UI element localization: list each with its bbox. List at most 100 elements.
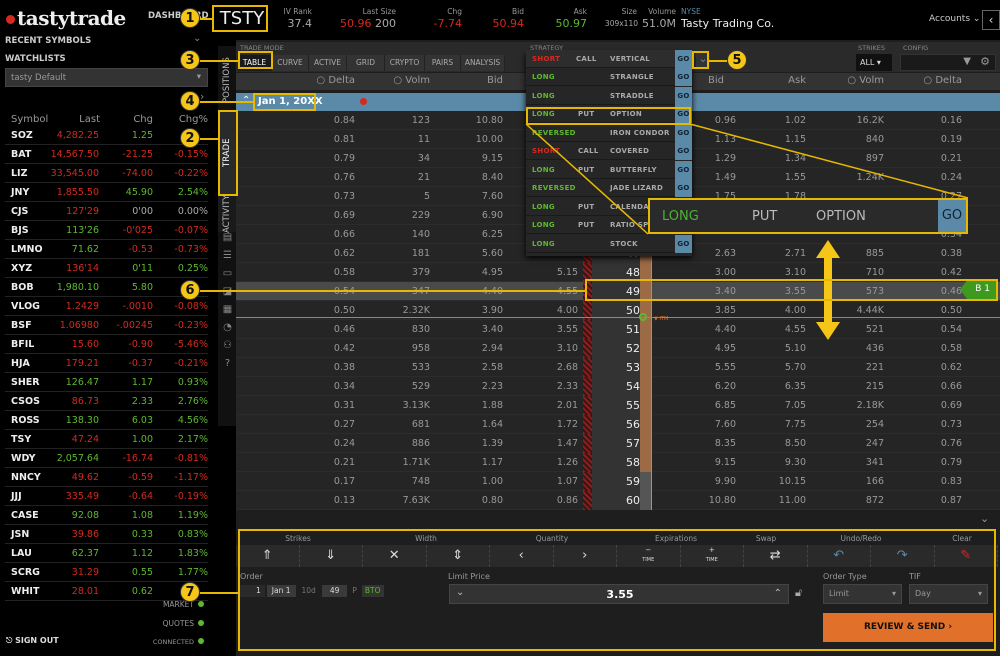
- chain-cell[interactable]: 3.10: [557, 343, 578, 354]
- chain-cell[interactable]: 221: [866, 362, 884, 373]
- chain-cell[interactable]: 1.02: [785, 115, 806, 126]
- strike-cell[interactable]: 60: [592, 491, 640, 510]
- chain-cell[interactable]: 6.25: [482, 229, 503, 240]
- chain-cell[interactable]: 9.15: [482, 153, 503, 164]
- go-button[interactable]: GO: [675, 142, 692, 160]
- chain-cell[interactable]: 7.60: [715, 419, 736, 430]
- chain-cell[interactable]: 5.55: [715, 362, 736, 373]
- header-call-bid[interactable]: Bid: [487, 75, 503, 86]
- strategy-selected[interactable]: SHORT CALL VERTICAL GO: [526, 50, 692, 68]
- chain-cell[interactable]: 5.10: [785, 343, 806, 354]
- chain-cell[interactable]: 215: [866, 381, 884, 392]
- chain-cell[interactable]: 1.72: [557, 419, 578, 430]
- chain-cell[interactable]: 3.55: [557, 324, 578, 335]
- go-button[interactable]: GO: [675, 160, 692, 179]
- chain-cell[interactable]: 2.01: [557, 400, 578, 411]
- chain-cell[interactable]: 7.05: [785, 400, 806, 411]
- mode-tab-pairs[interactable]: PAIRS: [425, 55, 461, 71]
- chain-row[interactable]: 51 0.46 830 3.40 3.55 4.40 4.55 521 0.54: [236, 320, 1000, 339]
- chain-row[interactable]: 53 0.38 533 2.58 2.68 5.55 5.70 221 0.62: [236, 358, 1000, 377]
- chain-cell[interactable]: 0.58: [941, 343, 962, 354]
- watchlist-row[interactable]: BAT 14,567.50 -21.25 -0.15%: [5, 145, 208, 164]
- watchlist-row[interactable]: WDY 2,057.64 -16.74 -0.81%: [5, 449, 208, 468]
- header-put-ask[interactable]: Ask: [788, 75, 806, 86]
- collapse-panel-button[interactable]: ‹: [982, 10, 1000, 30]
- chain-cell[interactable]: 0.19: [941, 134, 962, 145]
- watchlist-row[interactable]: CASE 92.08 1.08 1.19%: [5, 506, 208, 525]
- strike-cell[interactable]: 59: [592, 472, 640, 491]
- chain-cell[interactable]: 11: [418, 134, 430, 145]
- chain-cell[interactable]: 2.68: [557, 362, 578, 373]
- go-button[interactable]: GO: [675, 86, 692, 105]
- chain-cell[interactable]: 0.84: [334, 115, 355, 126]
- chain-cell[interactable]: 0.17: [334, 476, 355, 487]
- help-icon[interactable]: ?: [222, 358, 233, 369]
- strategy-option[interactable]: LONG STOCK GO: [526, 234, 692, 253]
- chain-cell[interactable]: 0.58: [334, 267, 355, 278]
- chain-cell[interactable]: 5.60: [482, 248, 503, 259]
- chain-cell[interactable]: 9.15: [715, 457, 736, 468]
- chain-cell[interactable]: 0.96: [715, 115, 736, 126]
- go-button[interactable]: GO: [675, 179, 692, 197]
- header-call-delta[interactable]: ○ Delta: [316, 75, 355, 86]
- chain-cell[interactable]: 1.47: [557, 438, 578, 449]
- accounts-menu[interactable]: Accounts ⌄: [929, 14, 980, 24]
- chain-cell[interactable]: 0.50: [334, 305, 355, 316]
- chain-cell[interactable]: 0.24: [334, 438, 355, 449]
- chain-cell[interactable]: 0.31: [334, 400, 355, 411]
- chain-cell[interactable]: 0.34: [334, 381, 355, 392]
- strike-cell[interactable]: 52: [592, 339, 640, 358]
- watchlist-row[interactable]: VLOG 1.2429 -.0010 -0.08%: [5, 297, 208, 316]
- chain-cell[interactable]: 2.94: [482, 343, 503, 354]
- chain-cell[interactable]: 2.33: [557, 381, 578, 392]
- chain-cell[interactable]: 0.76: [334, 172, 355, 183]
- chain-cell[interactable]: 0.80: [482, 495, 503, 506]
- chain-cell[interactable]: 247: [866, 438, 884, 449]
- chain-cell[interactable]: 229: [412, 210, 430, 221]
- chain-cell[interactable]: 5.15: [557, 267, 578, 278]
- chain-cell[interactable]: 2.32K: [403, 305, 430, 316]
- chain-cell[interactable]: 0.83: [941, 476, 962, 487]
- chain-cell[interactable]: 7.63K: [403, 495, 430, 506]
- strike-cell[interactable]: 53: [592, 358, 640, 377]
- chain-cell[interactable]: 885: [866, 248, 884, 259]
- strike-cell[interactable]: 55: [592, 396, 640, 415]
- watchlist-row[interactable]: LMNO 71.62 -0.53 -0.73%: [5, 240, 208, 259]
- chain-cell[interactable]: 897: [866, 153, 884, 164]
- chain-cell[interactable]: 21: [418, 172, 430, 183]
- strikes-select[interactable]: ALL ▾: [856, 54, 892, 71]
- chain-cell[interactable]: 341: [866, 457, 884, 468]
- tab-activity[interactable]: ACTIVITY: [218, 195, 236, 233]
- watchlist-row[interactable]: JJJ 335.49 -0.64 -0.19%: [5, 487, 208, 506]
- chain-cell[interactable]: 1.39: [482, 438, 503, 449]
- watchlist-row[interactable]: LIZ 33,545.00 -74.00 -0.22%: [5, 164, 208, 183]
- go-button[interactable]: GO: [675, 68, 692, 86]
- chain-cell[interactable]: 1.13: [715, 134, 736, 145]
- chain-cell[interactable]: 4.40: [715, 324, 736, 335]
- mode-tab-active[interactable]: ACTIVE: [309, 55, 347, 71]
- chain-cell[interactable]: 958: [412, 343, 430, 354]
- strategy-option[interactable]: LONG STRADDLE GO: [526, 86, 692, 105]
- chain-cell[interactable]: 181: [412, 248, 430, 259]
- chain-cell[interactable]: 7.75: [785, 419, 806, 430]
- watchlist-select[interactable]: tasty Default ▾: [5, 68, 208, 87]
- strategy-option[interactable]: REVERSED JADE LIZARD GO: [526, 179, 692, 197]
- chevron-down-icon[interactable]: ⌄: [193, 33, 201, 44]
- chain-cell[interactable]: 6.90: [482, 210, 503, 221]
- chain-cell[interactable]: 1.34: [785, 153, 806, 164]
- chain-row[interactable]: 55 0.31 3.13K 1.88 2.01 6.85 7.05 2.18K 0.69: [236, 396, 1000, 415]
- chain-row[interactable]: 57 0.24 886 1.39 1.47 8.35 8.50 247 0.76: [236, 434, 1000, 453]
- watchlist-row[interactable]: BJS 113'26 -0'025 -0.07%: [5, 221, 208, 240]
- chain-cell[interactable]: 0.24: [941, 172, 962, 183]
- watchlist-row[interactable]: LAU 62.37 1.12 1.83%: [5, 544, 208, 563]
- chain-cell[interactable]: 529: [412, 381, 430, 392]
- chain-cell[interactable]: 0.81: [334, 134, 355, 145]
- chain-cell[interactable]: 4.44K: [857, 305, 884, 316]
- chain-cell[interactable]: 521: [866, 324, 884, 335]
- chain-cell[interactable]: 6.35: [785, 381, 806, 392]
- chain-cell[interactable]: 3.90: [482, 305, 503, 316]
- chain-cell[interactable]: 0.69: [941, 400, 962, 411]
- chain-cell[interactable]: 0.38: [941, 248, 962, 259]
- chain-row[interactable]: 52 0.42 958 2.94 3.10 4.95 5.10 436 0.58: [236, 339, 1000, 358]
- chain-cell[interactable]: 830: [412, 324, 430, 335]
